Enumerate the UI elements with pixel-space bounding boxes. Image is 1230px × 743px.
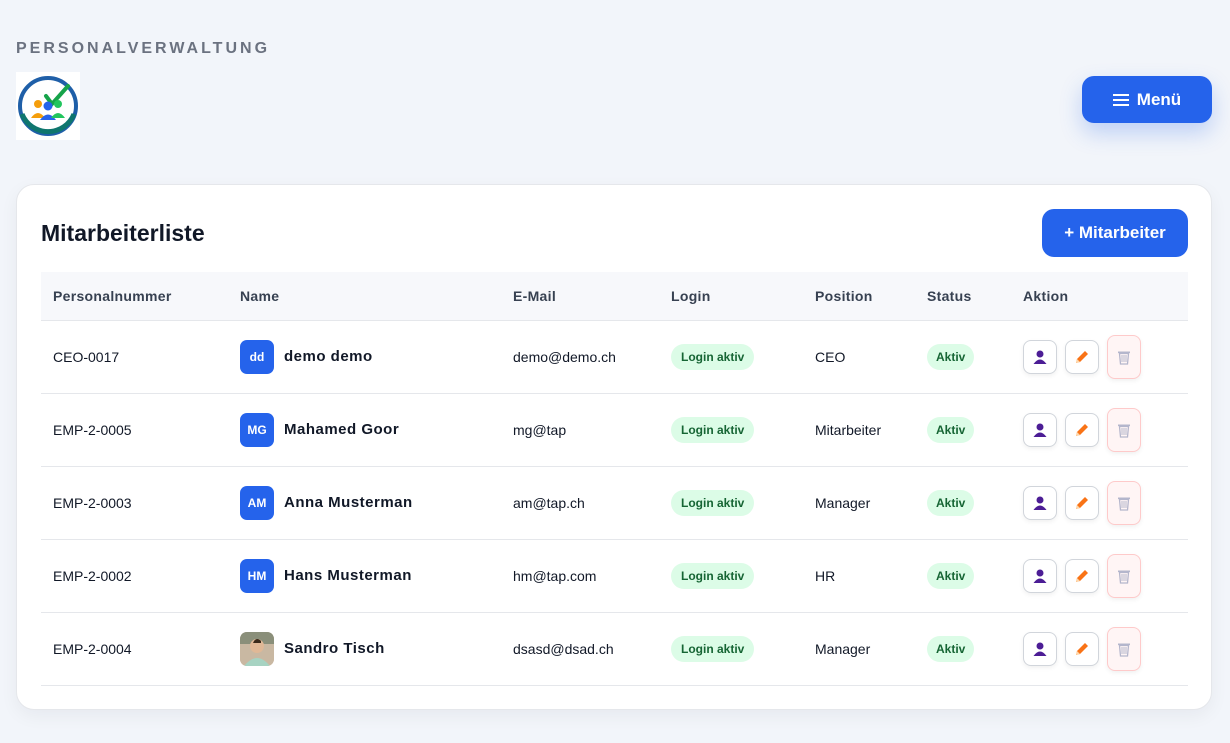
table-row[interactable]: EMP-2-0003 AM Anna Musterman am@tap.ch L… xyxy=(41,466,1188,540)
clock-team-logo xyxy=(18,76,78,136)
column-header[interactable]: Name xyxy=(228,272,501,321)
delete-button[interactable] xyxy=(1107,553,1141,598)
user-icon xyxy=(1033,423,1047,437)
employee-email: am@tap.ch xyxy=(501,466,659,540)
trash-icon xyxy=(1118,424,1130,438)
table-header-row: Personalnummer Name E-Mail Login Positio… xyxy=(41,272,1188,321)
employee-list-card: Mitarbeiterliste + Mitarbeiter Personaln… xyxy=(16,184,1212,710)
employee-position: Manager xyxy=(803,466,915,540)
view-button[interactable] xyxy=(1023,631,1057,666)
row-actions xyxy=(1023,553,1188,598)
column-header[interactable]: E-Mail xyxy=(501,272,659,321)
view-button[interactable] xyxy=(1023,412,1057,447)
avatar: MG xyxy=(240,412,274,447)
employee-name: Anna Musterman xyxy=(284,494,413,511)
table-row[interactable]: EMP-2-0004 Sandro Tisch dsasd@dsad.ch Lo… xyxy=(41,612,1188,686)
edit-button[interactable] xyxy=(1065,631,1099,666)
employee-id: CEO-0017 xyxy=(41,320,228,394)
employee-name-cell[interactable]: HM Hans Musterman xyxy=(240,558,501,593)
employee-name-cell[interactable]: MG Mahamed Goor xyxy=(240,412,501,447)
delete-button[interactable] xyxy=(1107,626,1141,671)
view-button[interactable] xyxy=(1023,558,1057,593)
pencil-icon xyxy=(1076,642,1088,655)
person-photo xyxy=(240,631,274,666)
employee-email: hm@tap.com xyxy=(501,539,659,613)
avatar: AM xyxy=(240,485,274,520)
employee-name: Sandro Tisch xyxy=(284,640,385,657)
employee-position: Manager xyxy=(803,612,915,686)
employee-position: CEO xyxy=(803,320,915,394)
menu-button[interactable]: Menü xyxy=(1082,76,1212,123)
employee-name: Hans Musterman xyxy=(284,567,412,584)
table-row[interactable]: EMP-2-0002 HM Hans Musterman hm@tap.com … xyxy=(41,539,1188,613)
app-title: PERSONALVERWALTUNG xyxy=(16,40,271,57)
employee-name: Mahamed Goor xyxy=(284,421,400,438)
employee-email: mg@tap xyxy=(501,393,659,467)
avatar: HM xyxy=(240,558,274,593)
table-row[interactable]: CEO-0017 dd demo demo demo@demo.ch Login… xyxy=(41,320,1188,394)
login-badge: Login aktiv xyxy=(671,489,755,516)
pencil-icon xyxy=(1076,496,1088,509)
edit-button[interactable] xyxy=(1065,339,1099,374)
delete-button[interactable] xyxy=(1107,480,1141,525)
user-icon xyxy=(1033,569,1047,583)
column-header: Aktion xyxy=(1011,272,1188,321)
login-badge: Login aktiv xyxy=(671,343,755,370)
user-icon xyxy=(1033,350,1047,364)
card-title: Mitarbeiterliste xyxy=(41,220,205,246)
employee-id: EMP-2-0005 xyxy=(41,393,228,467)
employee-id: EMP-2-0004 xyxy=(41,612,228,686)
add-employee-button[interactable]: + Mitarbeiter xyxy=(1042,209,1188,257)
column-header[interactable]: Login xyxy=(659,272,803,321)
logo xyxy=(16,72,80,140)
employee-table: Personalnummer Name E-Mail Login Positio… xyxy=(41,272,1188,686)
employee-id: EMP-2-0002 xyxy=(41,539,228,613)
employee-name: demo demo xyxy=(284,348,373,365)
menu-label: Menü xyxy=(1136,89,1182,109)
trash-icon xyxy=(1118,570,1130,584)
employee-position: Mitarbeiter xyxy=(803,393,915,467)
view-button[interactable] xyxy=(1023,339,1057,374)
column-header[interactable]: Status xyxy=(915,272,1011,321)
avatar: dd xyxy=(240,339,274,374)
column-header[interactable]: Position xyxy=(803,272,915,321)
edit-button[interactable] xyxy=(1065,485,1099,520)
edit-button[interactable] xyxy=(1065,412,1099,447)
pencil-icon xyxy=(1076,569,1088,582)
status-badge: Aktiv xyxy=(927,489,975,516)
employee-name-cell[interactable]: AM Anna Musterman xyxy=(240,485,501,520)
trash-icon xyxy=(1118,643,1130,657)
column-header[interactable]: Personalnummer xyxy=(41,272,228,321)
pencil-icon xyxy=(1076,423,1088,436)
delete-button[interactable] xyxy=(1107,334,1141,379)
status-badge: Aktiv xyxy=(927,562,975,589)
avatar-photo xyxy=(240,631,274,666)
delete-button[interactable] xyxy=(1107,407,1141,452)
table-row[interactable]: EMP-2-0005 MG Mahamed Goor mg@tap Login … xyxy=(41,393,1188,467)
view-button[interactable] xyxy=(1023,485,1057,520)
employee-email: dsasd@dsad.ch xyxy=(501,612,659,686)
login-badge: Login aktiv xyxy=(671,635,755,662)
row-actions xyxy=(1023,626,1188,671)
employee-id: EMP-2-0003 xyxy=(41,466,228,540)
trash-icon xyxy=(1118,351,1130,365)
user-icon xyxy=(1033,642,1047,656)
employee-email: demo@demo.ch xyxy=(501,320,659,394)
employee-position: HR xyxy=(803,539,915,613)
user-icon xyxy=(1033,496,1047,510)
status-badge: Aktiv xyxy=(927,343,975,370)
trash-icon xyxy=(1118,497,1130,511)
row-actions xyxy=(1023,407,1188,452)
login-badge: Login aktiv xyxy=(671,562,755,589)
row-actions xyxy=(1023,334,1188,379)
pencil-icon xyxy=(1076,350,1088,363)
employee-name-cell[interactable]: Sandro Tisch xyxy=(240,631,501,666)
employee-name-cell[interactable]: dd demo demo xyxy=(240,339,501,374)
status-badge: Aktiv xyxy=(927,416,975,443)
login-badge: Login aktiv xyxy=(671,416,755,443)
edit-button[interactable] xyxy=(1065,558,1099,593)
status-badge: Aktiv xyxy=(927,635,975,662)
hamburger-icon xyxy=(1112,93,1129,106)
row-actions xyxy=(1023,480,1188,525)
